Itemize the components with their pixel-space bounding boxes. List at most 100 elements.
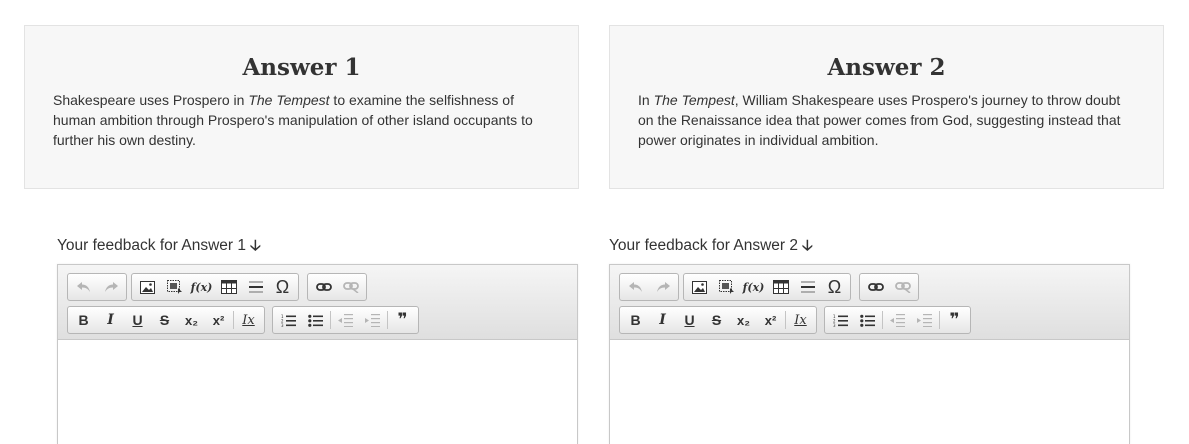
strikethrough-icon[interactable]: S — [151, 308, 178, 332]
toolbar-group-paragraph: 123 ❞ — [272, 306, 419, 334]
underline-icon[interactable]: U — [124, 308, 151, 332]
toolbar-separator — [882, 311, 883, 329]
flash-icon[interactable] — [161, 275, 188, 299]
feedback-editor-1[interactable]: f(x) Ω B I U S x₂ x² Ix 1 2 3 ❞ — [57, 264, 578, 444]
numbered-list-icon[interactable]: 123 — [275, 308, 302, 332]
remove-format-icon[interactable]: Ix — [787, 308, 814, 332]
subscript-label: x₂ — [184, 312, 198, 328]
feedback-label-text: Your feedback for Answer 2 — [609, 237, 798, 254]
toolbar-group-basic: B I U S x₂ x² Ix — [619, 306, 817, 334]
underline-icon[interactable]: U — [676, 308, 703, 332]
editor-toolbar: f(x) Ω B I U S x₂ x² Ix 1 2 3 ❞ — [58, 265, 577, 340]
answer-title: Answer 1 — [242, 54, 361, 81]
toolbar-group-paragraph: 123 ❞ — [824, 306, 971, 334]
image-icon[interactable] — [134, 275, 161, 299]
italic-icon[interactable]: I — [649, 308, 676, 332]
remove-format-label: Ix — [242, 312, 255, 328]
link-icon[interactable] — [310, 275, 337, 299]
bold-icon[interactable]: B — [70, 308, 97, 332]
blockquote-icon[interactable]: ❞ — [941, 308, 968, 332]
unlink-icon[interactable] — [889, 275, 916, 299]
indent-icon[interactable] — [911, 308, 938, 332]
horizontal-rule-icon[interactable] — [242, 275, 269, 299]
bulleted-list-icon[interactable] — [854, 308, 881, 332]
toolbar-group-links — [859, 273, 919, 301]
redo-icon[interactable] — [649, 275, 676, 299]
formula-icon[interactable]: f(x) — [740, 275, 767, 299]
superscript-label: x² — [764, 312, 777, 328]
undo-icon[interactable] — [622, 275, 649, 299]
image-icon[interactable] — [686, 275, 713, 299]
toolbar-group-history — [67, 273, 127, 301]
formula-label: f(x) — [742, 280, 765, 294]
outdent-icon[interactable] — [332, 308, 359, 332]
feedback-label-text: Your feedback for Answer 1 — [57, 237, 246, 254]
toolbar-group-history — [619, 273, 679, 301]
subscript-label: x₂ — [736, 312, 750, 328]
numbered-list-icon[interactable]: 123 — [827, 308, 854, 332]
italic-label: I — [107, 312, 114, 328]
horizontal-rule-icon[interactable] — [794, 275, 821, 299]
omega-label: Ω — [275, 276, 290, 297]
flash-icon[interactable] — [713, 275, 740, 299]
special-char-icon[interactable]: Ω — [821, 275, 848, 299]
toolbar-separator — [785, 311, 786, 329]
editor-content-area[interactable] — [610, 340, 1129, 444]
svg-text:3: 3 — [281, 323, 284, 327]
subscript-icon[interactable]: x₂ — [178, 308, 205, 332]
feedback-label-2: Your feedback for Answer 2 🡣 — [609, 236, 813, 256]
omega-label: Ω — [827, 276, 842, 297]
answer-text-title: The Tempest — [653, 92, 735, 108]
strikethrough-icon[interactable]: S — [703, 308, 730, 332]
toolbar-separator — [939, 311, 940, 329]
blockquote-icon[interactable]: ❞ — [389, 308, 416, 332]
remove-format-icon[interactable]: Ix — [235, 308, 262, 332]
arrow-down-icon: 🡣 — [250, 237, 261, 254]
feedback-editor-2[interactable]: f(x) Ω B I U S x₂ x² Ix 1 2 3 ❞ — [609, 264, 1130, 444]
toolbar-group-basic: B I U S x₂ x² Ix — [67, 306, 265, 334]
blockquote-label: ❞ — [397, 310, 408, 329]
link-icon[interactable] — [862, 275, 889, 299]
bold-label: B — [630, 312, 641, 328]
table-icon[interactable] — [215, 275, 242, 299]
superscript-label: x² — [212, 312, 225, 328]
underline-label: U — [132, 312, 143, 328]
editor-toolbar: f(x) Ω B I U S x₂ x² Ix 1 2 3 ❞ — [610, 265, 1129, 340]
table-icon[interactable] — [767, 275, 794, 299]
formula-label: f(x) — [190, 280, 213, 294]
answer-text: In The Tempest, William Shakespeare uses… — [638, 90, 1135, 150]
strike-label: S — [159, 312, 170, 328]
toolbar-group-insert: f(x) Ω — [683, 273, 851, 301]
special-char-icon[interactable]: Ω — [269, 275, 296, 299]
toolbar-group-links — [307, 273, 367, 301]
unlink-icon[interactable] — [337, 275, 364, 299]
arrow-down-icon: 🡣 — [802, 237, 813, 254]
toolbar-separator — [387, 311, 388, 329]
strike-label: S — [711, 312, 722, 328]
bold-label: B — [78, 312, 89, 328]
bold-icon[interactable]: B — [622, 308, 649, 332]
outdent-icon[interactable] — [884, 308, 911, 332]
italic-icon[interactable]: I — [97, 308, 124, 332]
feedback-label-1: Your feedback for Answer 1 🡣 — [57, 236, 261, 256]
indent-icon[interactable] — [359, 308, 386, 332]
answer-text: Shakespeare uses Prospero in The Tempest… — [53, 90, 550, 150]
answer-title: Answer 2 — [827, 54, 946, 81]
undo-icon[interactable] — [70, 275, 97, 299]
editor-content-area[interactable] — [58, 340, 577, 444]
subscript-icon[interactable]: x₂ — [730, 308, 757, 332]
formula-icon[interactable]: f(x) — [188, 275, 215, 299]
answer-text-part: Shakespeare uses Prospero in — [53, 92, 249, 108]
blockquote-label: ❞ — [949, 310, 960, 329]
remove-format-label: Ix — [794, 312, 807, 328]
answer-card-2: Answer 2 In The Tempest, William Shakesp… — [609, 25, 1164, 189]
answer-text-part: In — [638, 92, 654, 108]
answer-card-1: Answer 1 Shakespeare uses Prospero in Th… — [24, 25, 579, 189]
redo-icon[interactable] — [97, 275, 124, 299]
toolbar-group-insert: f(x) Ω — [131, 273, 299, 301]
superscript-icon[interactable]: x² — [205, 308, 232, 332]
toolbar-separator — [233, 311, 234, 329]
svg-text:3: 3 — [833, 323, 836, 327]
bulleted-list-icon[interactable] — [302, 308, 329, 332]
superscript-icon[interactable]: x² — [757, 308, 784, 332]
